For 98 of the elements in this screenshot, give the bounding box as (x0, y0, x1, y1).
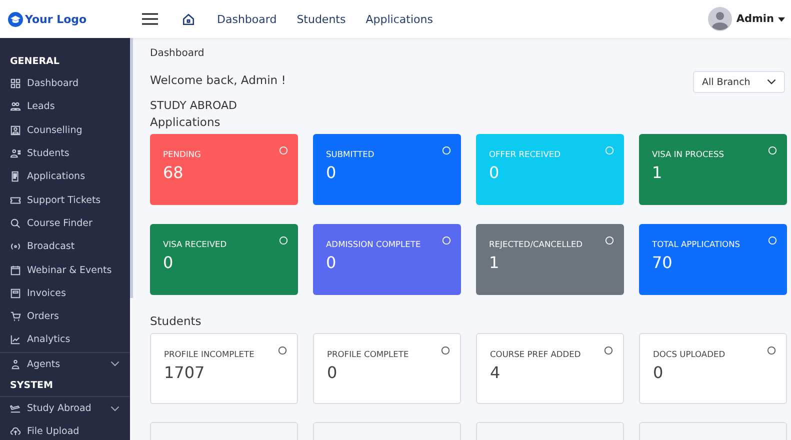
sidebar-item[interactable]: Counselling (0, 118, 130, 142)
stat-label: VISA IN PROCESS (652, 149, 724, 159)
stat-value: 0 (327, 363, 338, 382)
stat-value: 1 (652, 163, 664, 182)
stat-label: DOCS UPLOADED (653, 349, 726, 359)
circle-icon (441, 346, 450, 355)
sidebar-item[interactable]: Invoices (0, 282, 130, 305)
menu-item-icon (10, 194, 21, 206)
circle-icon (768, 236, 777, 245)
circle-icon (767, 346, 776, 355)
stat-card[interactable]: PROFILE COMPLETE 0 (313, 333, 461, 404)
menu-item-icon (10, 403, 21, 414)
stat-label: ADMISSION COMPLETE (326, 239, 421, 249)
sidebar-item[interactable]: Leads (0, 95, 130, 119)
sidebar-section-title: GENERAL (9, 55, 60, 69)
user-menu[interactable]: Admin (736, 13, 774, 25)
sidebar-item[interactable]: Support Tickets (0, 188, 130, 212)
circle-icon (605, 236, 614, 245)
menu-item-icon (10, 171, 21, 182)
menu-icon[interactable] (142, 13, 158, 25)
menu-item-icon (10, 334, 21, 346)
circle-icon (442, 146, 451, 155)
chevron-down-icon (110, 361, 120, 368)
scrollbar[interactable] (130, 38, 133, 298)
menu-item-icon (10, 358, 21, 370)
chevron-down-icon (767, 79, 776, 85)
sidebar-item[interactable]: File Upload (0, 420, 130, 440)
stat-label: COURSE PREF ADDED (490, 349, 581, 359)
sidebar-item[interactable]: Applications (0, 165, 130, 188)
sidebar-item[interactable]: Study Abroad (0, 396, 130, 420)
stat-card[interactable]: COURSE PREF ADDED 4 (476, 333, 624, 404)
sidebar-item[interactable]: Agents (0, 352, 130, 376)
nav-link[interactable]: Students (296, 12, 346, 26)
chevron-down-icon (110, 406, 120, 412)
sidebar-item[interactable]: Students (0, 142, 130, 166)
stat-value: 70 (652, 253, 674, 272)
stat-card[interactable]: TOTAL APPLICATIONS 70 (639, 224, 787, 295)
stat-label: TOTAL APPLICATIONS (652, 239, 740, 249)
stat-label: PROFILE INCOMPLETE (164, 349, 254, 359)
nav-link[interactable]: Dashboard (217, 12, 277, 26)
sidebar-item[interactable]: Dashboard (0, 72, 130, 96)
stat-card[interactable]: DOCS UPLOADED 0 (639, 333, 787, 404)
stat-value: 1707 (164, 363, 206, 382)
circle-icon (604, 346, 613, 355)
stat-card[interactable]: ADMISSION COMPLETE 0 (313, 224, 461, 295)
nav-link[interactable]: Applications (366, 12, 433, 26)
circle-icon (279, 146, 288, 155)
stat-label: OFFER RECEIVED (489, 149, 561, 159)
circle-icon (442, 236, 451, 245)
circle-icon (278, 346, 287, 355)
circle-icon (768, 146, 777, 155)
stat-label: VISA RECEIVED (163, 239, 227, 249)
logo-text[interactable]: Your Logo (25, 12, 87, 26)
stat-card[interactable]: REJECTED/CANCELLED 1 (476, 224, 624, 295)
stat-label: PENDING (163, 149, 201, 159)
sidebar-item[interactable]: Course Finder (0, 212, 130, 236)
menu-item-icon (10, 218, 21, 229)
stat-card[interactable]: VISA IN PROCESS 1 (639, 134, 787, 205)
home-icon[interactable] (182, 12, 195, 26)
menu-item-icon (10, 288, 21, 299)
circle-icon (605, 146, 614, 155)
stat-label: PROFILE COMPLETE (327, 349, 409, 359)
section-heading: STUDY ABROAD (150, 99, 238, 112)
group-heading: Applications (150, 115, 222, 129)
menu-item-icon (10, 101, 21, 112)
menu-item-icon (10, 426, 21, 438)
stat-value: 0 (653, 363, 664, 382)
stat-card[interactable]: PROFILE INCOMPLETE 1707 (150, 333, 298, 404)
caret-icon[interactable] (778, 16, 785, 22)
menu-item-icon (10, 264, 21, 276)
stat-card[interactable]: VISA RECEIVED 0 (150, 224, 298, 295)
stat-value: 0 (326, 163, 338, 182)
branch-select[interactable]: All Branch (693, 71, 785, 93)
avatar-icon[interactable] (708, 7, 732, 31)
stat-value: 0 (163, 253, 174, 272)
stat-value: 0 (326, 253, 338, 272)
graduation-cap-icon (8, 12, 23, 26)
sidebar-item[interactable]: Broadcast (0, 235, 130, 258)
stat-value: 0 (489, 163, 500, 182)
stat-value: 68 (163, 163, 184, 182)
menu-item-icon (10, 78, 21, 90)
menu-item-icon (10, 124, 21, 136)
sidebar-item[interactable]: Webinar & Events (0, 258, 130, 282)
stat-value: 1 (489, 253, 500, 272)
stat-value: 4 (490, 363, 502, 382)
circle-icon (279, 236, 288, 245)
menu-item-icon (10, 241, 21, 252)
stat-card[interactable]: SUBMITTED 0 (313, 134, 461, 205)
sidebar-section-title: SYSTEM (9, 378, 54, 393)
stat-label: SUBMITTED (326, 149, 374, 159)
menu-item-icon (10, 148, 21, 160)
sidebar-item[interactable]: Orders (0, 304, 130, 328)
welcome-text: Welcome back, Admin ! (150, 73, 286, 87)
stat-label: REJECTED/CANCELLED (489, 239, 583, 249)
sidebar-item[interactable]: Analytics (0, 328, 130, 352)
group-heading: Students (150, 314, 202, 328)
breadcrumb: Dashboard (150, 48, 206, 59)
menu-item-icon (10, 311, 21, 322)
